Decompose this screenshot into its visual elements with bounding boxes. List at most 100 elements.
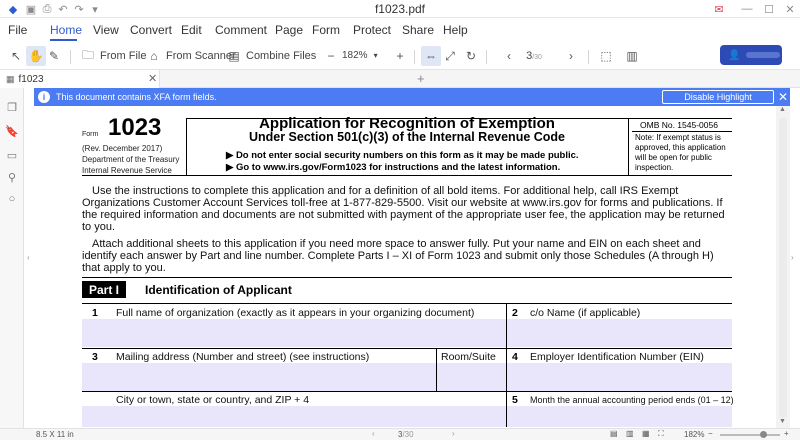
menu-share[interactable]: Share — [402, 23, 434, 37]
room-suite-label: Room/Suite — [441, 351, 496, 363]
row-rule — [82, 348, 732, 349]
scroll-up-icon[interactable]: ▲ — [779, 106, 786, 113]
mail-icon[interactable]: ✉ — [712, 2, 726, 16]
two-page-view-icon[interactable]: ▦ — [642, 429, 650, 438]
attachment-icon[interactable]: ⚲ — [5, 170, 19, 184]
city-label: City or town, state or country, and ZIP … — [116, 394, 310, 406]
scrollbar-thumb[interactable] — [779, 118, 787, 418]
left-sidebar: ❐ 🔖 ▭ ⚲ ○ — [0, 88, 24, 428]
close-tab-icon[interactable]: ✕ — [148, 72, 157, 85]
omb-number: OMB No. 1545-0056 — [640, 120, 718, 130]
single-page-view-icon[interactable]: ▤ — [610, 429, 618, 438]
status-prev-page-icon[interactable]: ‹ — [372, 429, 375, 438]
co-name-field[interactable] — [507, 319, 732, 347]
scroll-down-icon[interactable]: ▼ — [779, 418, 786, 425]
menu-help[interactable]: Help — [443, 23, 468, 37]
pdf-file-icon: ▦ — [6, 73, 15, 84]
rotate-button[interactable]: ↻ — [463, 46, 479, 66]
part-title: Identification of Applicant — [145, 283, 292, 297]
menu-home[interactable]: Home — [50, 23, 82, 37]
accounting-period-field[interactable] — [507, 406, 732, 427]
menu-form[interactable]: Form — [312, 23, 340, 37]
disable-highlight-button[interactable]: Disable Highlight — [662, 90, 774, 104]
menu-page[interactable]: Page — [275, 23, 303, 37]
bookmark-icon[interactable]: 🔖 — [5, 124, 19, 138]
city-state-zip-field[interactable] — [82, 406, 506, 427]
chevron-right-icon: › — [569, 49, 573, 63]
minimize-icon[interactable]: — — [740, 2, 754, 16]
banner-message: This document contains XFA form fields. — [56, 92, 217, 102]
fullscreen-icon[interactable]: ⛶ — [658, 429, 664, 439]
form-revision: (Rev. December 2017) Department of the T… — [82, 144, 180, 175]
search-icon[interactable]: ○ — [5, 192, 19, 206]
status-page-indicator[interactable]: 3/30 — [398, 430, 414, 439]
prev-page-button[interactable]: ‹ — [501, 46, 517, 66]
two-page-icon: ▥ — [626, 49, 638, 63]
header-bottom-rule — [82, 175, 732, 176]
from-file-button[interactable]: 🗀 From File — [80, 46, 146, 66]
select-tool[interactable]: ↖ — [8, 46, 24, 66]
from-scanner-button[interactable]: ⌂ From Scanner — [146, 46, 235, 66]
instruction-ssn: ▶ Do not enter social security numbers o… — [226, 150, 579, 161]
combine-files-label: Combine Files — [246, 50, 317, 62]
chevron-left-icon: ‹ — [507, 49, 511, 63]
screenshot-button[interactable]: ⬚ — [598, 46, 614, 66]
next-page-button[interactable]: › — [563, 46, 579, 66]
mailing-address-field[interactable] — [82, 363, 436, 391]
collapse-right-icon[interactable]: › — [791, 253, 794, 262]
menu-convert[interactable]: Convert — [130, 23, 172, 37]
comment-icon[interactable]: ▭ — [5, 148, 19, 162]
fit-width-button[interactable]: ⇔ — [421, 46, 441, 66]
fit-page-button[interactable]: ⤢ — [442, 46, 458, 66]
instructions-paragraph: Use the instructions to complete this ap… — [82, 185, 725, 233]
banner-close-icon[interactable]: ✕ — [778, 90, 788, 104]
two-page-button[interactable]: ▥ — [624, 46, 640, 66]
zoom-value: 182% — [342, 49, 368, 61]
thumbnails-icon[interactable]: ❐ — [5, 100, 19, 114]
collapse-left-icon[interactable]: ‹ — [27, 253, 30, 262]
room-suite-field[interactable] — [437, 363, 506, 391]
page-number-input[interactable]: 3/30 — [519, 47, 549, 65]
menu-file[interactable]: File — [8, 23, 27, 37]
zoom-slider-handle[interactable] — [760, 431, 767, 438]
menu-protect[interactable]: Protect — [353, 23, 391, 37]
zoom-in-button[interactable]: + — [392, 46, 408, 66]
divider — [486, 50, 487, 64]
status-zoom-in-icon[interactable]: + — [784, 429, 789, 438]
status-zoom-out-icon[interactable]: − — [708, 429, 713, 438]
line-number: 4 — [512, 351, 518, 363]
zoom-slider[interactable] — [720, 434, 780, 436]
user-account-button[interactable]: 👤 — [720, 45, 782, 65]
vertical-scrollbar[interactable]: ▲ ▼ — [776, 106, 790, 428]
edit-tool[interactable]: ✎ — [46, 46, 62, 66]
tab-bar: ▦ f1023 ✕ + — [0, 70, 800, 88]
hand-tool[interactable]: ✋ — [26, 46, 46, 66]
combine-files-button[interactable]: ▤ Combine Files — [226, 46, 316, 66]
form-word: Form — [82, 131, 99, 138]
maximize-icon[interactable]: ☐ — [762, 2, 776, 16]
continuous-view-icon[interactable]: ▥ — [626, 429, 634, 438]
fit-width-icon: ⇔ — [425, 49, 437, 63]
divider — [414, 50, 415, 64]
status-next-page-icon[interactable]: › — [452, 429, 455, 438]
form-number: 1023 — [108, 114, 162, 141]
new-tab-icon[interactable]: + — [417, 71, 425, 86]
tab-label: f1023 — [18, 73, 44, 85]
page-size: 8.5 X 11 in — [36, 430, 74, 439]
menu-comment[interactable]: Comment — [215, 23, 267, 37]
menu-edit[interactable]: Edit — [181, 23, 202, 37]
document-tab[interactable]: ▦ f1023 ✕ — [0, 70, 160, 88]
instruction-website: ▶ Go to www.irs.gov/Form1023 for instruc… — [226, 162, 561, 173]
line4-label: Employer Identification Number (EIN) — [530, 351, 704, 363]
zoom-select[interactable]: 182% ▾ — [342, 46, 384, 64]
rotate-icon: ↻ — [465, 49, 477, 63]
cursor-icon: ↖ — [10, 49, 22, 63]
organization-name-field[interactable] — [82, 319, 506, 347]
divider — [632, 131, 732, 132]
user-name-redacted — [746, 52, 781, 58]
zoom-out-button[interactable]: − — [323, 46, 339, 66]
status-bar: 8.5 X 11 in ‹ 3/30 › ▤ ▥ ▦ ⛶ 182% − + — [0, 428, 800, 440]
ein-field[interactable] — [507, 363, 732, 391]
close-icon[interactable]: ✕ — [783, 2, 797, 16]
menu-view[interactable]: View — [93, 23, 119, 37]
